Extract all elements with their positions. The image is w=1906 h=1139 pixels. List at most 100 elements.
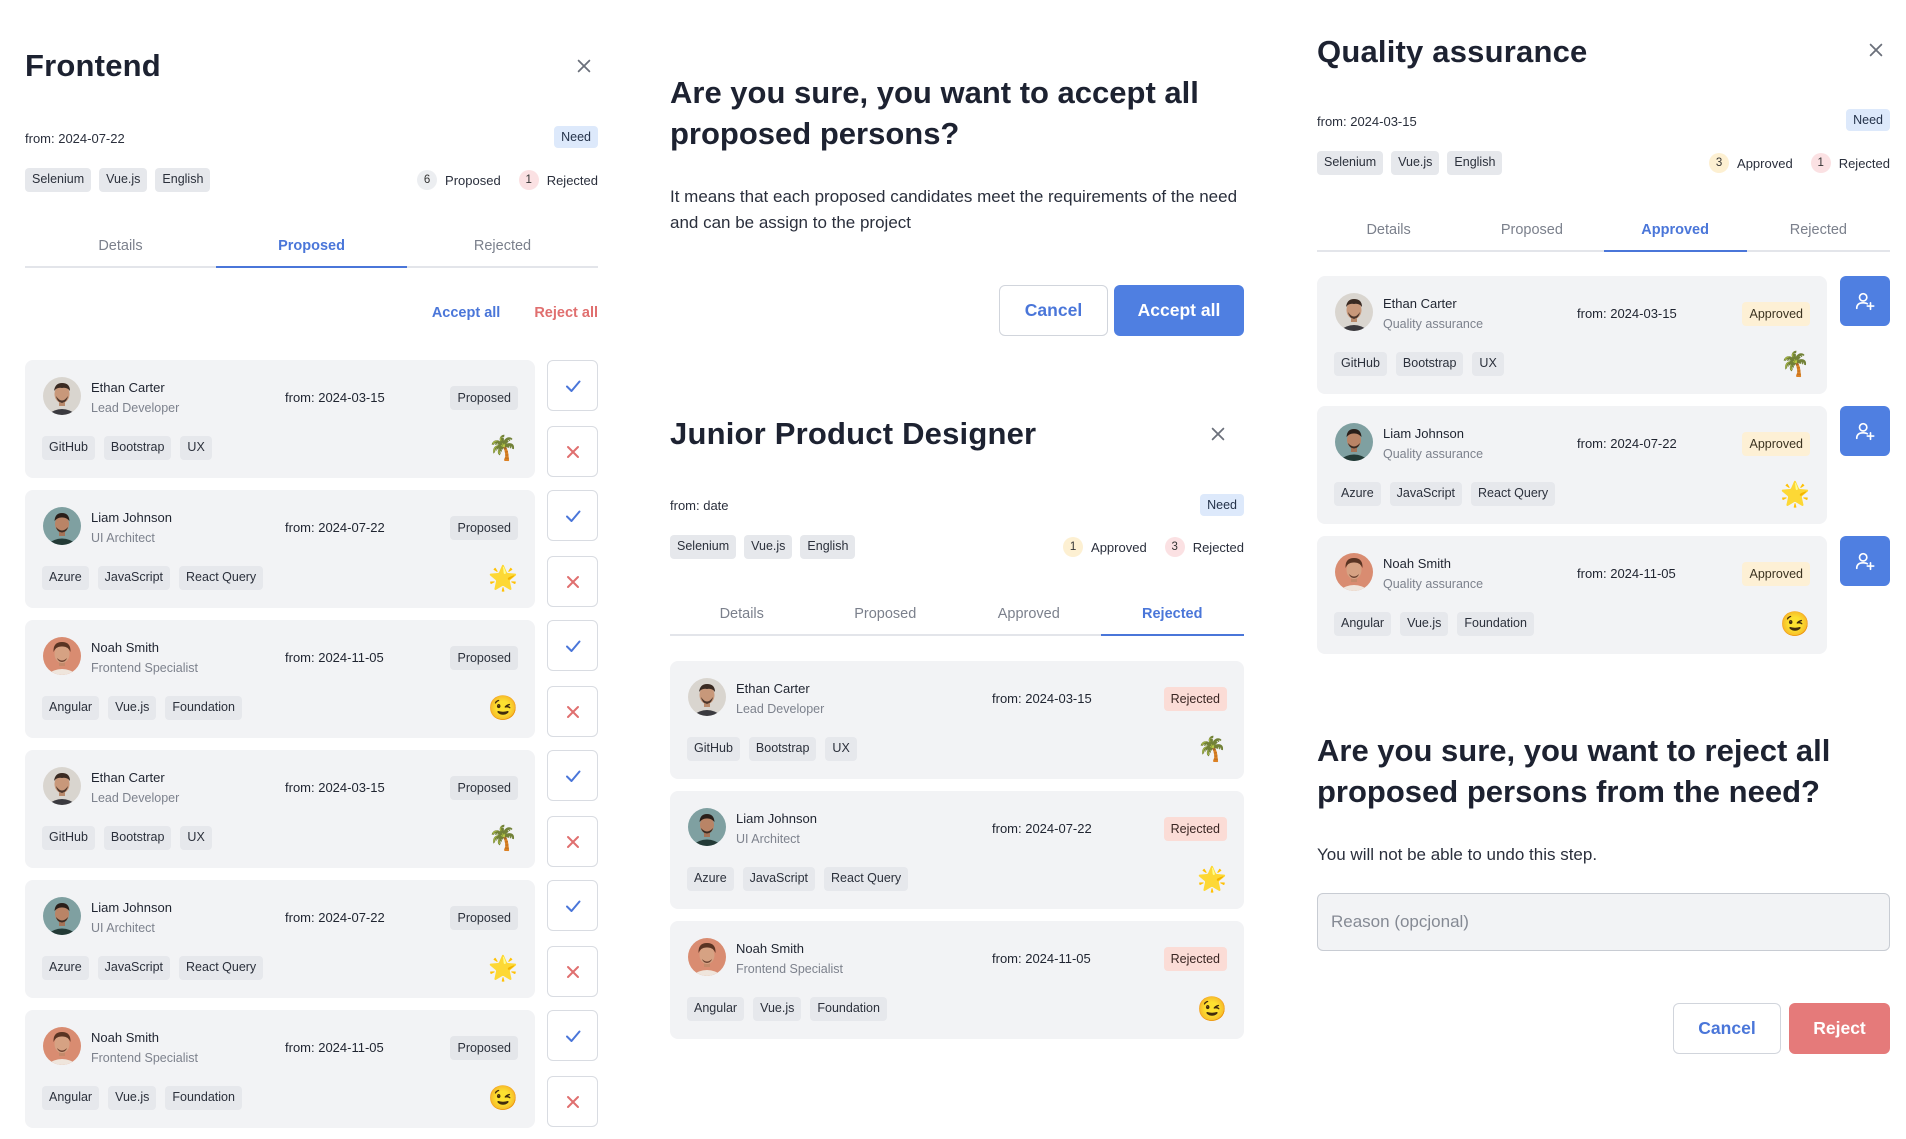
skill-tag: Azure bbox=[42, 956, 89, 980]
skill-tag: Foundation bbox=[1457, 612, 1534, 636]
tab-bar: Details Proposed Rejected bbox=[25, 238, 598, 268]
close-button[interactable] bbox=[1204, 420, 1232, 448]
tab-proposed[interactable]: Proposed bbox=[216, 238, 407, 268]
accept-candidate-button[interactable] bbox=[547, 490, 598, 541]
status-badge: Proposed bbox=[450, 906, 518, 930]
candidate-card[interactable]: Ethan Carter Lead Developer from: 2024-03-… bbox=[25, 360, 535, 478]
assign-candidate-button[interactable] bbox=[1840, 536, 1890, 586]
add-user-icon bbox=[1855, 552, 1875, 571]
tab-bar: Details Proposed Approved Rejected bbox=[670, 606, 1244, 636]
candidate-card[interactable]: Noah Smith Frontend Specialist from: 2024-… bbox=[25, 1010, 535, 1128]
accept-candidate-button[interactable] bbox=[547, 750, 598, 801]
accept-all-dialog: Are you sure, you want to accept all pro… bbox=[670, 70, 1244, 350]
skill-tag: Foundation bbox=[165, 1086, 242, 1110]
skill-tag: GitHub bbox=[42, 826, 95, 850]
frontend-need-panel: Frontend from: 2024-07-22 Need Selenium … bbox=[25, 0, 598, 1139]
close-button[interactable] bbox=[1862, 36, 1890, 64]
reject-candidate-button[interactable] bbox=[547, 426, 598, 477]
status-badge: Proposed bbox=[450, 646, 518, 670]
reject-candidate-button[interactable] bbox=[547, 556, 598, 607]
status-badge: Approved bbox=[1742, 302, 1810, 326]
avatar bbox=[43, 637, 81, 675]
assign-candidate-button[interactable] bbox=[1840, 276, 1890, 326]
candidate-card[interactable]: Noah Smith Frontend Specialist from: 2024-… bbox=[670, 921, 1244, 1039]
candidate-card[interactable]: Liam Johnson UI Architect from: 2024-07-22… bbox=[25, 880, 535, 998]
candidate-name: Ethan Carter bbox=[91, 380, 165, 395]
cancel-button[interactable]: Cancel bbox=[999, 285, 1108, 336]
skill-tag: Selenium bbox=[670, 535, 737, 559]
reject-candidate-button[interactable] bbox=[547, 686, 598, 737]
tab-approved[interactable]: Approved bbox=[1603, 222, 1748, 252]
accept-all-link[interactable]: Accept all bbox=[432, 305, 501, 321]
accept-candidate-button[interactable] bbox=[547, 1010, 598, 1061]
skill-tag: English bbox=[1447, 151, 1503, 175]
need-badge: Need bbox=[554, 126, 598, 148]
accept-candidate-button[interactable] bbox=[547, 360, 598, 411]
tab-details[interactable]: Details bbox=[670, 606, 814, 634]
candidate-card[interactable]: Ethan Carter Lead Developer from: 2024-03-… bbox=[670, 661, 1244, 779]
rejected-label: Rejected bbox=[546, 172, 598, 188]
tab-details[interactable]: Details bbox=[1317, 222, 1460, 250]
skill-tag: Angular bbox=[1334, 612, 1392, 636]
tab-proposed[interactable]: Proposed bbox=[1460, 222, 1603, 250]
accept-candidate-button[interactable] bbox=[547, 620, 598, 671]
close-button[interactable] bbox=[570, 52, 598, 80]
tab-rejected[interactable]: Rejected bbox=[1747, 222, 1890, 250]
cancel-button[interactable]: Cancel bbox=[1673, 1003, 1781, 1054]
candidate-skill-tags: GitHub Bootstrap UX bbox=[1334, 352, 1504, 376]
skill-tag: UX bbox=[180, 826, 212, 850]
candidate-card[interactable]: Liam Johnson Quality assurance from: 2024-… bbox=[1317, 406, 1827, 524]
skill-tag: React Query bbox=[1471, 482, 1556, 506]
need-badge: Need bbox=[1846, 109, 1890, 131]
candidate-card[interactable]: Liam Johnson UI Architect from: 2024-07-22… bbox=[670, 791, 1244, 909]
tab-details[interactable]: Details bbox=[25, 238, 216, 266]
dialog-body: It means that each proposed candidates m… bbox=[670, 187, 1238, 232]
tab-proposed[interactable]: Proposed bbox=[814, 606, 958, 634]
x-icon bbox=[566, 705, 579, 718]
reason-input[interactable] bbox=[1317, 893, 1890, 951]
skill-tag: Vue.js bbox=[108, 1086, 157, 1110]
reject-candidate-button[interactable] bbox=[547, 816, 598, 867]
skill-tag: Foundation bbox=[165, 696, 242, 720]
candidate-role: Lead Developer bbox=[91, 791, 180, 805]
junior-product-designer-panel: Junior Product Designer from: date Need … bbox=[670, 400, 1244, 1060]
reject-all-link[interactable]: Reject all bbox=[534, 305, 598, 321]
reject-candidate-button[interactable] bbox=[547, 946, 598, 997]
candidate-from-date: from: 2024-11-05 bbox=[992, 951, 1091, 966]
mood-emoji: 🌴 bbox=[1780, 351, 1810, 378]
tab-rejected[interactable]: Rejected bbox=[407, 238, 598, 266]
tab-approved[interactable]: Approved bbox=[957, 606, 1101, 634]
candidate-role: Quality assurance bbox=[1383, 447, 1484, 461]
check-icon bbox=[565, 1030, 580, 1042]
proposed-count: 6 bbox=[417, 170, 438, 190]
need-badge: Need bbox=[1200, 494, 1244, 516]
approved-count: 3 bbox=[1709, 153, 1730, 173]
reject-button[interactable]: Reject bbox=[1789, 1003, 1890, 1054]
candidate-card[interactable]: Noah Smith Frontend Specialist from: 2024-… bbox=[25, 620, 535, 738]
candidate-skill-tags: GitHub Bootstrap UX bbox=[42, 436, 212, 460]
skill-tag: Selenium bbox=[1317, 151, 1384, 175]
close-icon bbox=[1869, 43, 1883, 57]
mood-emoji: 🌟 bbox=[1197, 866, 1227, 893]
skill-tag: Vue.js bbox=[99, 168, 148, 192]
candidate-card[interactable]: Noah Smith Quality assurance from: 2024-11… bbox=[1317, 536, 1827, 654]
check-icon bbox=[565, 770, 580, 782]
skill-tag: Vue.js bbox=[1391, 151, 1440, 175]
skill-tag: Azure bbox=[687, 867, 734, 891]
skill-tag: Angular bbox=[687, 997, 745, 1021]
skill-tag: Selenium bbox=[25, 168, 92, 192]
skill-tag: React Query bbox=[179, 566, 264, 590]
candidate-from-date: from: 2024-03-15 bbox=[285, 780, 385, 795]
accept-candidate-button[interactable] bbox=[547, 880, 598, 931]
skill-tag: Foundation bbox=[810, 997, 887, 1021]
candidate-card[interactable]: Ethan Carter Quality assurance from: 2024-… bbox=[1317, 276, 1827, 394]
tab-rejected[interactable]: Rejected bbox=[1100, 606, 1245, 636]
assign-candidate-button[interactable] bbox=[1840, 406, 1890, 456]
accept-all-button[interactable]: Accept all bbox=[1114, 285, 1244, 336]
candidate-card[interactable]: Ethan Carter Lead Developer from: 2024-03-… bbox=[25, 750, 535, 868]
status-summary: 1 Approved 3 Rejected bbox=[1063, 537, 1244, 557]
candidate-card[interactable]: Liam Johnson UI Architect from: 2024-07-22… bbox=[25, 490, 535, 608]
candidate-role: Lead Developer bbox=[91, 401, 180, 415]
reject-candidate-button[interactable] bbox=[547, 1076, 598, 1127]
x-icon bbox=[566, 1095, 579, 1108]
